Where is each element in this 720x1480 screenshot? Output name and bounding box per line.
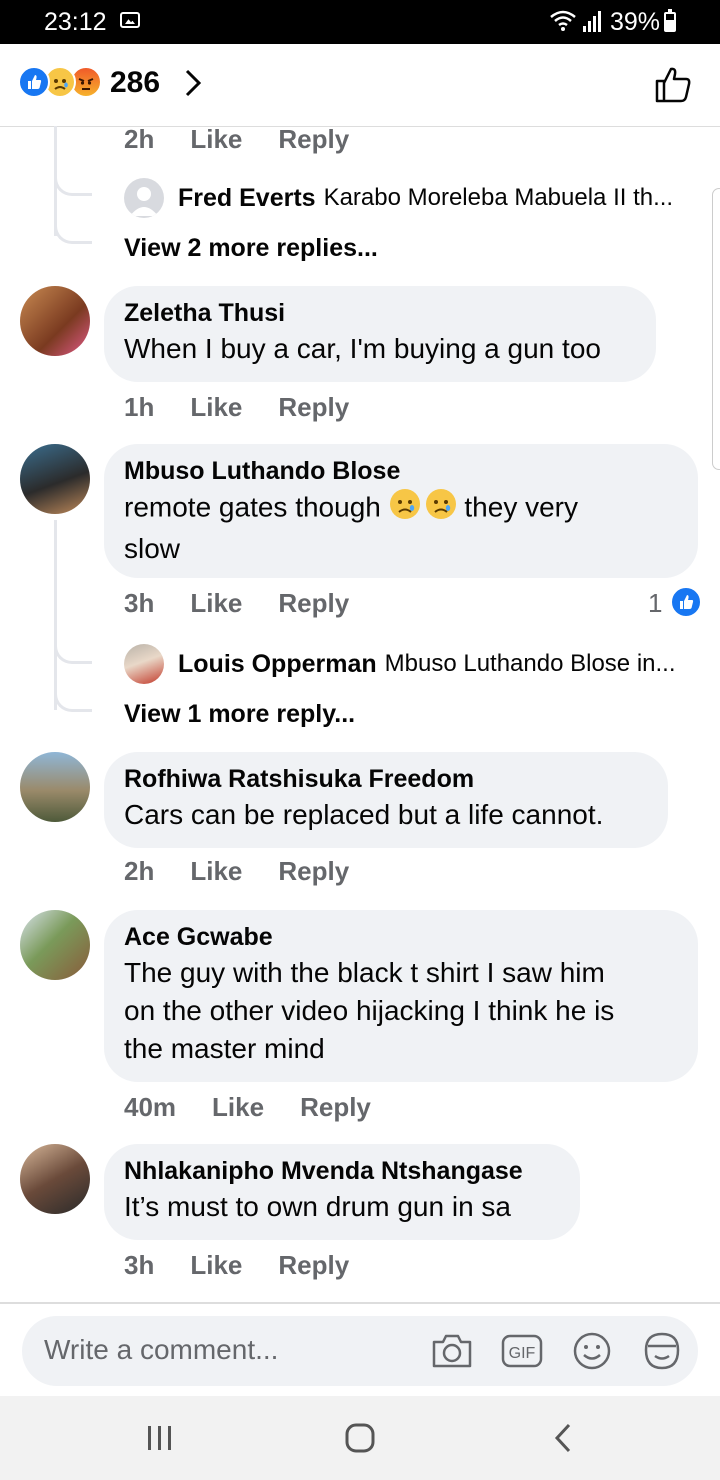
composer-divider xyxy=(0,1302,720,1304)
reply-button[interactable]: Reply xyxy=(278,392,349,423)
avatar[interactable] xyxy=(20,910,90,980)
avatar[interactable] xyxy=(20,752,90,822)
reply-button[interactable]: Reply xyxy=(278,124,349,155)
comment-text: Cars can be replaced but a life cannot. xyxy=(124,799,604,830)
comment-meta: 1h Like Reply xyxy=(124,392,349,423)
avatar[interactable] xyxy=(20,444,90,514)
reply-author[interactable]: Fred Everts xyxy=(178,184,316,213)
reply-text: Karabo Moreleba Mabuela II th... xyxy=(323,184,674,211)
comment-author[interactable]: Rofhiwa Ratshisuka Freedom xyxy=(124,764,648,794)
reply-preview[interactable]: Fred Everts Karabo Moreleba Mabuela II t… xyxy=(124,176,704,220)
signal-icon xyxy=(583,11,601,32)
comment-text: The guy with the black t shirt I saw him… xyxy=(124,957,615,1064)
comment-meta: 3h Like Reply xyxy=(124,1250,349,1281)
comment-time: 3h xyxy=(124,588,155,618)
comment-text: remote gates though they very slow xyxy=(124,488,678,568)
like-reaction-icon xyxy=(18,66,50,98)
reaction-count: 286 xyxy=(110,66,161,99)
comment-author[interactable]: Ace Gcwabe xyxy=(124,922,678,952)
sad-emoji-icon xyxy=(425,488,457,530)
like-button[interactable]: Like xyxy=(190,124,242,155)
reply-text: Mbuso Luthando Blose in... xyxy=(384,650,676,677)
camera-icon[interactable] xyxy=(430,1330,474,1372)
comment-text: It’s must to own drum gun in sa xyxy=(124,1191,511,1222)
avatar[interactable] xyxy=(124,644,164,684)
view-more-replies[interactable]: View 2 more replies... xyxy=(124,234,378,263)
comment-placeholder: Write a comment... xyxy=(44,1334,279,1365)
comment-time: 2h xyxy=(124,856,155,886)
comment-time: 1h xyxy=(124,392,155,422)
avatar[interactable] xyxy=(124,178,164,218)
home-icon[interactable] xyxy=(340,1418,380,1458)
comment-bubble[interactable]: Nhlakanipho Mvenda Ntshangase It’s must … xyxy=(104,1144,580,1240)
like-button[interactable]: Like xyxy=(212,1092,264,1123)
scrollbar[interactable] xyxy=(712,188,720,470)
battery-icon xyxy=(664,9,676,32)
comment-time: 40m xyxy=(124,1092,177,1122)
status-bar: 23:12 39% xyxy=(0,0,720,44)
gif-icon[interactable]: GIF xyxy=(500,1330,544,1372)
comment-bubble[interactable]: Rofhiwa Ratshisuka Freedom Cars can be r… xyxy=(104,752,668,848)
comments-sheet: 286 2h Like Reply Fred Everts Karabo Mor… xyxy=(0,44,720,1480)
back-icon[interactable] xyxy=(544,1418,584,1458)
comment-bubble[interactable]: Mbuso Luthando Blose remote gates though… xyxy=(104,444,698,578)
comment-author[interactable]: Zeletha Thusi xyxy=(124,298,636,328)
comment-author[interactable]: Mbuso Luthando Blose xyxy=(124,456,678,486)
like-button[interactable]: Like xyxy=(190,856,242,887)
reactions-bar[interactable]: 286 xyxy=(0,44,720,127)
wifi-icon xyxy=(550,10,576,31)
like-button[interactable]: Like xyxy=(190,392,242,423)
reply-button[interactable]: Reply xyxy=(278,856,349,887)
thread-connector xyxy=(54,682,92,712)
reply-button[interactable]: Reply xyxy=(278,588,349,619)
comment-author[interactable]: Nhlakanipho Mvenda Ntshangase xyxy=(124,1156,560,1186)
thread-connector xyxy=(54,214,92,244)
comment-text: When I buy a car, I'm buying a gun too xyxy=(124,333,601,364)
status-time: 23:12 xyxy=(44,8,107,36)
thread-connector xyxy=(54,634,92,664)
reply-author[interactable]: Louis Opperman xyxy=(178,650,377,679)
comment-input[interactable]: Write a comment... GIF xyxy=(22,1316,698,1386)
sad-emoji-icon xyxy=(389,488,421,530)
comment-meta: 2h Like Reply xyxy=(124,124,349,155)
emoji-icon[interactable] xyxy=(570,1330,614,1372)
avatar[interactable] xyxy=(20,286,90,356)
chevron-right-icon xyxy=(185,69,202,97)
reply-preview[interactable]: Louis Opperman Mbuso Luthando Blose in..… xyxy=(124,642,704,686)
svg-text:GIF: GIF xyxy=(509,1345,536,1362)
like-badge-icon xyxy=(670,586,702,618)
comment-like-count[interactable]: 1 xyxy=(648,588,662,619)
sticker-icon[interactable] xyxy=(640,1330,684,1372)
recent-apps-icon[interactable] xyxy=(140,1418,180,1458)
like-button[interactable]: Like xyxy=(190,588,242,619)
like-button[interactable]: Like xyxy=(190,1250,242,1281)
comment-meta: 2h Like Reply xyxy=(124,856,349,887)
system-navigation-bar xyxy=(0,1396,720,1480)
thread-connector xyxy=(54,166,92,196)
comment-bubble[interactable]: Zeletha Thusi When I buy a car, I'm buyi… xyxy=(104,286,656,382)
comment-meta: 40m Like Reply xyxy=(124,1092,371,1123)
avatar[interactable] xyxy=(20,1144,90,1214)
reply-button[interactable]: Reply xyxy=(278,1250,349,1281)
comment-meta: 3h Like Reply xyxy=(124,588,349,619)
comment-time: 3h xyxy=(124,1250,155,1280)
battery-percent: 39% xyxy=(610,8,661,36)
comment-bubble[interactable]: Ace Gcwabe The guy with the black t shir… xyxy=(104,910,698,1082)
reply-button[interactable]: Reply xyxy=(300,1092,371,1123)
comment-time: 2h xyxy=(124,124,155,154)
image-notification-icon xyxy=(120,12,140,28)
view-more-replies[interactable]: View 1 more reply... xyxy=(124,700,355,729)
like-post-icon[interactable] xyxy=(654,64,692,104)
